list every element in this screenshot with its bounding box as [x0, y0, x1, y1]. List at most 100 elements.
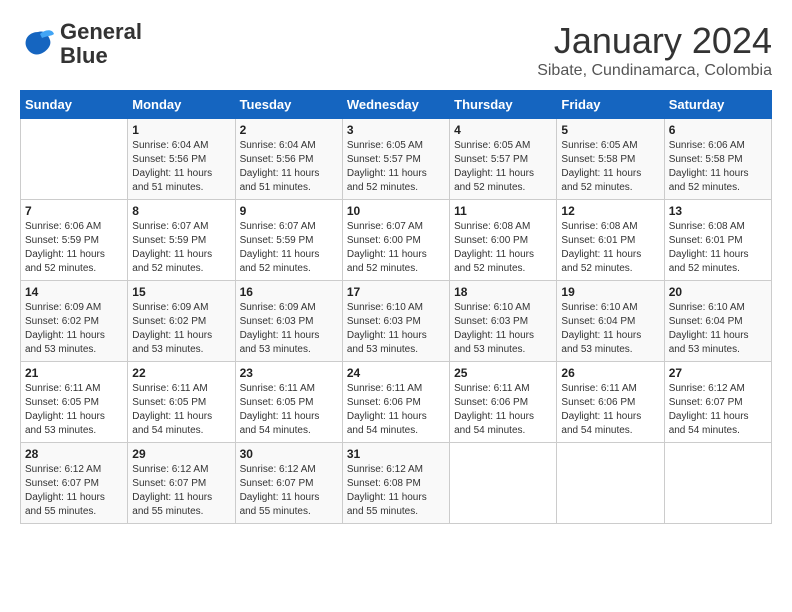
- day-number: 23: [240, 366, 338, 380]
- day-info: Sunrise: 6:10 AMSunset: 6:03 PMDaylight:…: [454, 301, 552, 357]
- day-info: Sunrise: 6:12 AMSunset: 6:08 PMDaylight:…: [347, 463, 445, 519]
- calendar-day-cell: 27 Sunrise: 6:12 AMSunset: 6:07 PMDayligh…: [664, 362, 771, 443]
- day-number: 21: [25, 366, 123, 380]
- day-info: Sunrise: 6:07 AMSunset: 6:00 PMDaylight:…: [347, 220, 445, 276]
- day-of-week-header: Thursday: [450, 91, 557, 119]
- day-number: 17: [347, 285, 445, 299]
- day-number: 9: [240, 204, 338, 218]
- day-number: 25: [454, 366, 552, 380]
- calendar-day-cell: 12 Sunrise: 6:08 AMSunset: 6:01 PMDayligh…: [557, 200, 664, 281]
- day-number: 8: [132, 204, 230, 218]
- calendar-day-cell: 4Sunrise: 6:05 AMSunset: 5:57 PMDaylight…: [450, 119, 557, 200]
- page-header: General Blue January 2024 Sibate, Cundin…: [20, 20, 772, 80]
- day-of-week-header: Friday: [557, 91, 664, 119]
- title-block: January 2024 Sibate, Cundinamarca, Colom…: [537, 20, 772, 80]
- calendar-day-cell: 20Sunrise: 6:10 AMSunset: 6:04 PMDayligh…: [664, 281, 771, 362]
- day-info: Sunrise: 6:12 AMSunset: 6:07 PMDaylight:…: [240, 463, 338, 519]
- day-number: 5: [561, 123, 659, 137]
- day-info: Sunrise: 6:10 AMSunset: 6:04 PMDaylight:…: [561, 301, 659, 357]
- day-info: Sunrise: 6:09 AMSunset: 6:02 PMDaylight:…: [132, 301, 230, 357]
- day-of-week-header: Saturday: [664, 91, 771, 119]
- calendar-day-cell: 25 Sunrise: 6:11 AMSunset: 6:06 PMDayligh…: [450, 362, 557, 443]
- calendar-day-cell: 26 Sunrise: 6:11 AMSunset: 6:06 PMDayligh…: [557, 362, 664, 443]
- day-number: 15: [132, 285, 230, 299]
- calendar-week-row: 7Sunrise: 6:06 AMSunset: 5:59 PMDaylight…: [21, 200, 772, 281]
- day-number: 24: [347, 366, 445, 380]
- day-info: Sunrise: 6:09 AMSunset: 6:03 PMDaylight:…: [240, 301, 338, 357]
- day-of-week-header: Sunday: [21, 91, 128, 119]
- calendar-day-cell: 3 Sunrise: 6:05 AMSunset: 5:57 PMDaylight…: [342, 119, 449, 200]
- calendar-day-cell: 29 Sunrise: 6:12 AMSunset: 6:07 PMDayligh…: [128, 443, 235, 524]
- month-year-title: January 2024: [537, 20, 772, 62]
- calendar-day-cell: [664, 443, 771, 524]
- day-info: Sunrise: 6:05 AMSunset: 5:57 PMDaylight:…: [347, 139, 445, 195]
- day-number: 6: [669, 123, 767, 137]
- day-number: 31: [347, 447, 445, 461]
- day-number: 13: [669, 204, 767, 218]
- logo-blue: Blue: [60, 43, 108, 68]
- calendar-day-cell: 10Sunrise: 6:07 AMSunset: 6:00 PMDayligh…: [342, 200, 449, 281]
- location-subtitle: Sibate, Cundinamarca, Colombia: [537, 62, 772, 80]
- day-info: Sunrise: 6:09 AMSunset: 6:02 PMDaylight:…: [25, 301, 123, 357]
- calendar-day-cell: 31 Sunrise: 6:12 AMSunset: 6:08 PMDayligh…: [342, 443, 449, 524]
- calendar-day-cell: 2 Sunrise: 6:04 AMSunset: 5:56 PMDaylight…: [235, 119, 342, 200]
- day-number: 2: [240, 123, 338, 137]
- day-info: Sunrise: 6:07 AMSunset: 5:59 PMDaylight:…: [132, 220, 230, 276]
- day-number: 26: [561, 366, 659, 380]
- day-info: Sunrise: 6:12 AMSunset: 6:07 PMDaylight:…: [25, 463, 123, 519]
- day-number: 12: [561, 204, 659, 218]
- calendar-week-row: 28 Sunrise: 6:12 AMSunset: 6:07 PMDayligh…: [21, 443, 772, 524]
- calendar-day-cell: [21, 119, 128, 200]
- day-info: Sunrise: 6:11 AMSunset: 6:05 PMDaylight:…: [25, 382, 123, 438]
- calendar-week-row: 1 Sunrise: 6:04 AMSunset: 5:56 PMDaylight…: [21, 119, 772, 200]
- day-info: Sunrise: 6:11 AMSunset: 6:06 PMDaylight:…: [347, 382, 445, 438]
- day-info: Sunrise: 6:11 AMSunset: 6:06 PMDaylight:…: [454, 382, 552, 438]
- day-number: 14: [25, 285, 123, 299]
- day-number: 30: [240, 447, 338, 461]
- day-info: Sunrise: 6:12 AMSunset: 6:07 PMDaylight:…: [132, 463, 230, 519]
- calendar-week-row: 14 Sunrise: 6:09 AMSunset: 6:02 PMDayligh…: [21, 281, 772, 362]
- day-info: Sunrise: 6:07 AMSunset: 5:59 PMDaylight:…: [240, 220, 338, 276]
- day-number: 29: [132, 447, 230, 461]
- calendar-day-cell: 22 Sunrise: 6:11 AMSunset: 6:05 PMDayligh…: [128, 362, 235, 443]
- calendar-week-row: 21 Sunrise: 6:11 AMSunset: 6:05 PMDayligh…: [21, 362, 772, 443]
- day-info: Sunrise: 6:05 AMSunset: 5:58 PMDaylight:…: [561, 139, 659, 195]
- calendar-day-cell: 9 Sunrise: 6:07 AMSunset: 5:59 PMDaylight…: [235, 200, 342, 281]
- calendar-day-cell: 24 Sunrise: 6:11 AMSunset: 6:06 PMDayligh…: [342, 362, 449, 443]
- calendar-day-cell: 5 Sunrise: 6:05 AMSunset: 5:58 PMDaylight…: [557, 119, 664, 200]
- calendar-day-cell: 30 Sunrise: 6:12 AMSunset: 6:07 PMDayligh…: [235, 443, 342, 524]
- calendar-header-row: SundayMondayTuesdayWednesdayThursdayFrid…: [21, 91, 772, 119]
- calendar-day-cell: [557, 443, 664, 524]
- day-info: Sunrise: 6:11 AMSunset: 6:06 PMDaylight:…: [561, 382, 659, 438]
- day-number: 19: [561, 285, 659, 299]
- day-number: 3: [347, 123, 445, 137]
- logo: General Blue: [20, 20, 142, 68]
- day-number: 18: [454, 285, 552, 299]
- calendar-day-cell: 21 Sunrise: 6:11 AMSunset: 6:05 PMDayligh…: [21, 362, 128, 443]
- day-number: 27: [669, 366, 767, 380]
- day-info: Sunrise: 6:11 AMSunset: 6:05 PMDaylight:…: [240, 382, 338, 438]
- day-number: 7: [25, 204, 123, 218]
- day-info: Sunrise: 6:08 AMSunset: 6:00 PMDaylight:…: [454, 220, 552, 276]
- day-number: 1: [132, 123, 230, 137]
- day-number: 28: [25, 447, 123, 461]
- calendar-day-cell: 19 Sunrise: 6:10 AMSunset: 6:04 PMDayligh…: [557, 281, 664, 362]
- day-info: Sunrise: 6:11 AMSunset: 6:05 PMDaylight:…: [132, 382, 230, 438]
- calendar-day-cell: 13Sunrise: 6:08 AMSunset: 6:01 PMDayligh…: [664, 200, 771, 281]
- day-info: Sunrise: 6:12 AMSunset: 6:07 PMDaylight:…: [669, 382, 767, 438]
- calendar-day-cell: 28 Sunrise: 6:12 AMSunset: 6:07 PMDayligh…: [21, 443, 128, 524]
- day-number: 20: [669, 285, 767, 299]
- day-info: Sunrise: 6:08 AMSunset: 6:01 PMDaylight:…: [561, 220, 659, 276]
- day-number: 22: [132, 366, 230, 380]
- day-info: Sunrise: 6:04 AMSunset: 5:56 PMDaylight:…: [240, 139, 338, 195]
- calendar-day-cell: 16 Sunrise: 6:09 AMSunset: 6:03 PMDayligh…: [235, 281, 342, 362]
- day-info: Sunrise: 6:05 AMSunset: 5:57 PMDaylight:…: [454, 139, 552, 195]
- day-of-week-header: Tuesday: [235, 91, 342, 119]
- day-number: 16: [240, 285, 338, 299]
- logo-icon: [20, 26, 56, 62]
- calendar-day-cell: 7Sunrise: 6:06 AMSunset: 5:59 PMDaylight…: [21, 200, 128, 281]
- calendar-day-cell: 23 Sunrise: 6:11 AMSunset: 6:05 PMDayligh…: [235, 362, 342, 443]
- day-of-week-header: Monday: [128, 91, 235, 119]
- day-number: 11: [454, 204, 552, 218]
- calendar-day-cell: 17Sunrise: 6:10 AMSunset: 6:03 PMDayligh…: [342, 281, 449, 362]
